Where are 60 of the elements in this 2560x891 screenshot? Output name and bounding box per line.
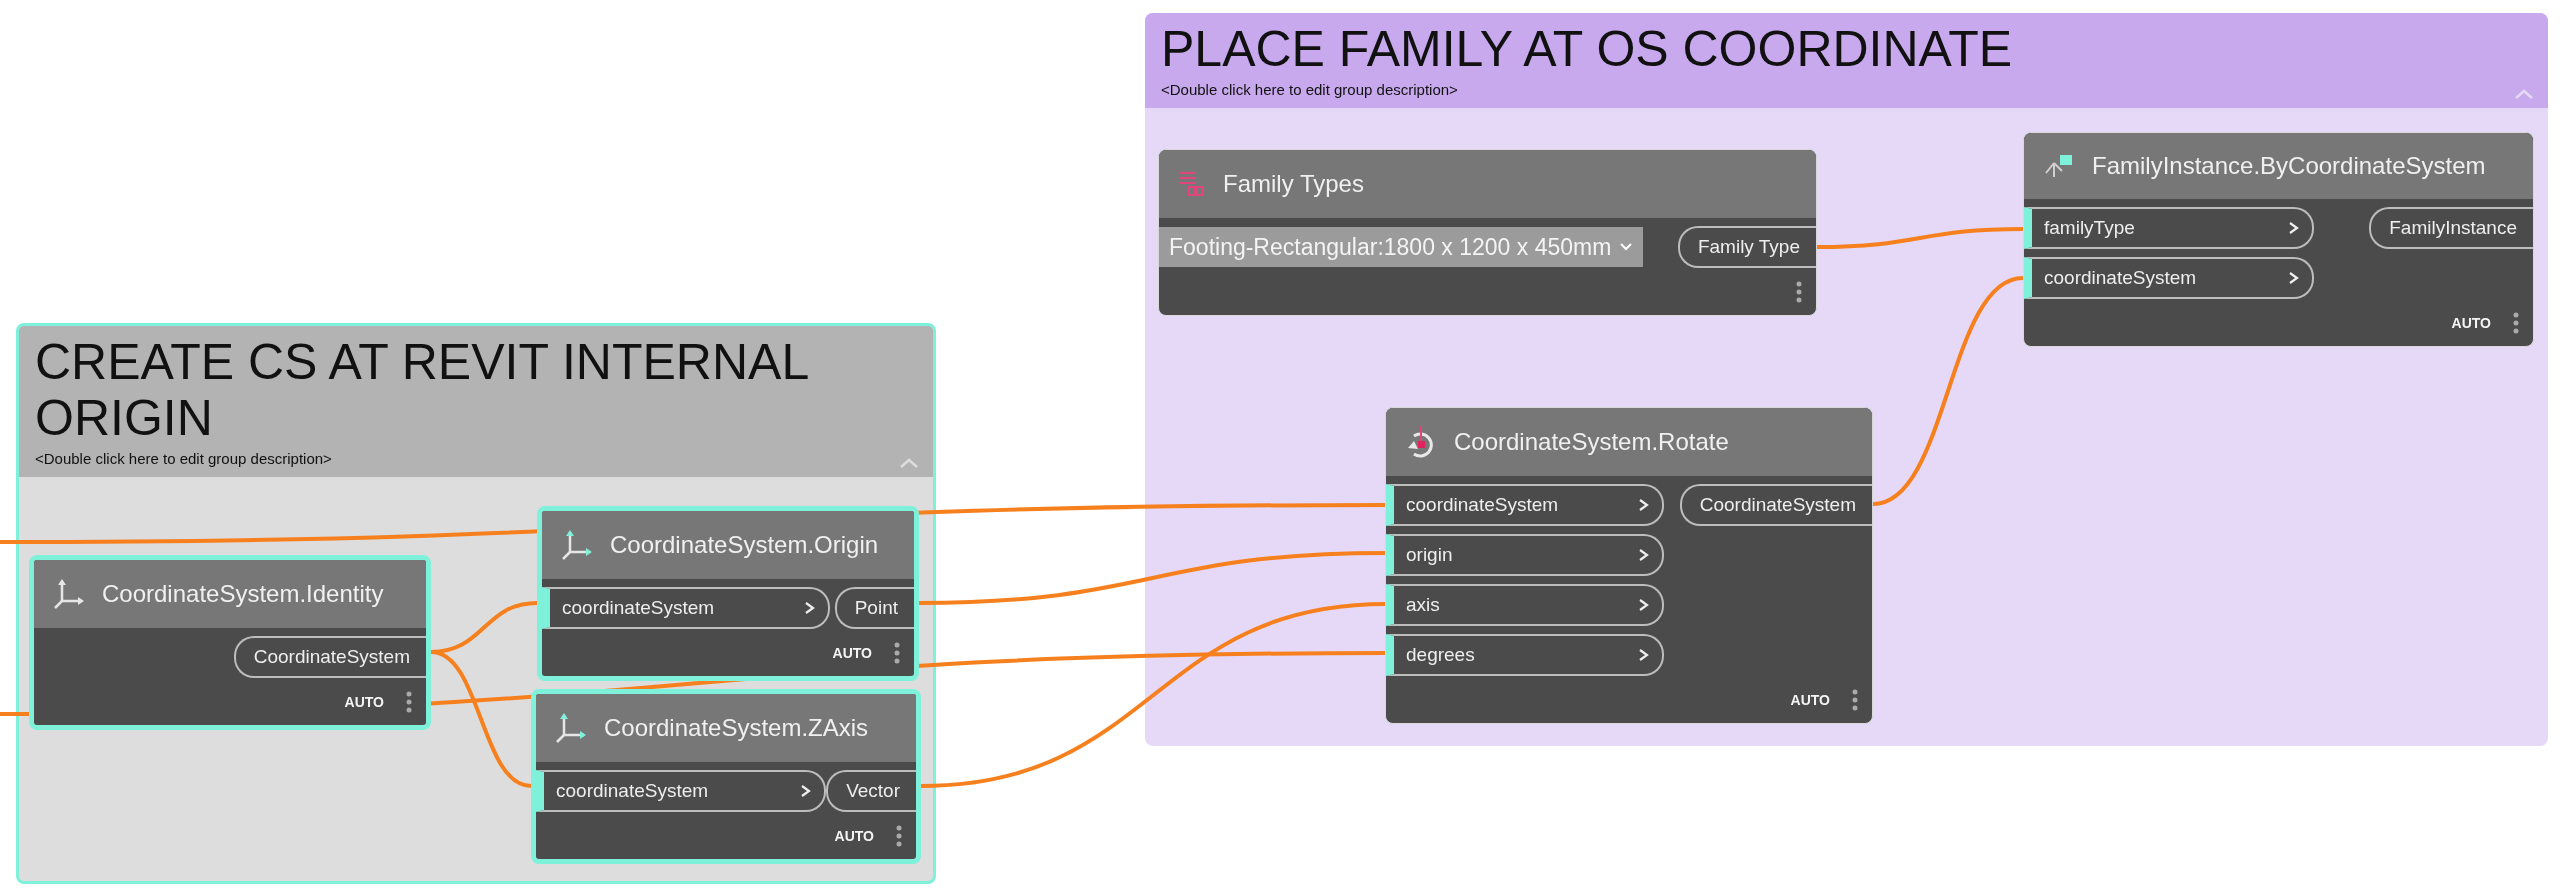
node-card[interactable]: CoordinateSystem.Identity CoordinateSystem AUTO [29,555,431,730]
chevron-icon [1638,648,1650,662]
output-port[interactable]: CoordinateSystem [233,636,426,678]
lacing-label[interactable]: AUTO [1790,691,1830,708]
lacing-label[interactable]: AUTO [834,827,874,844]
more-icon[interactable] [1796,280,1802,303]
node-title: CoordinateSystem.Origin [610,531,879,559]
chevron-icon [1638,598,1650,612]
input-port[interactable]: coordinateSystem [542,587,830,629]
output-port[interactable]: FamilyInstance [2369,207,2533,249]
input-port[interactable]: coordinateSystem [2024,257,2314,299]
axes-icon [554,711,588,745]
input-port[interactable]: degrees [1386,634,1664,676]
node-header[interactable]: Family Types [1159,150,1816,218]
node-header[interactable]: FamilyInstance.ByCoordinateSystem [2024,133,2533,199]
more-icon[interactable] [896,824,902,847]
lacing-label[interactable]: AUTO [2451,314,2491,331]
node-header[interactable]: CoordinateSystem.Identity [34,560,426,628]
chevron-icon [804,601,816,615]
lacing-label[interactable]: AUTO [832,644,872,661]
output-port[interactable]: CoordinateSystem [1679,484,1872,526]
more-icon[interactable] [2513,311,2519,334]
node-card[interactable]: CoordinateSystem.Origin coordinateSystem Point AUTO [537,506,919,681]
node-title: FamilyInstance.ByCoordinateSystem [2092,152,2486,180]
group-description[interactable]: <Double click here to edit group description> [1161,81,2532,98]
node-title: CoordinateSystem.ZAxis [604,714,869,742]
group-title: PLACE FAMILY AT OS COORDINATE [1161,21,2014,77]
node-header[interactable]: CoordinateSystem.ZAxis [536,694,916,762]
chevron-icon [1638,548,1650,562]
node-title: Family Types [1223,170,1364,198]
group-description[interactable]: <Double click here to edit group description> [35,450,917,467]
caret-icon [1619,242,1634,252]
input-port[interactable]: coordinateSystem [536,770,826,812]
lacing-label[interactable]: AUTO [344,693,384,710]
input-port[interactable]: origin [1386,534,1664,576]
node-card[interactable]: FamilyInstance.ByCoordinateSystem familyType coordinateSystem FamilyInstance AUTO [2023,132,2534,347]
node-header[interactable]: CoordinateSystem.Origin [542,511,914,579]
output-port[interactable]: Vector [826,770,916,812]
output-port[interactable]: Family Type [1677,226,1816,268]
node-card[interactable]: CoordinateSystem.ZAxis coordinateSystem Vector AUTO [531,689,921,864]
chevron-icon [1638,498,1650,512]
more-icon[interactable] [894,641,900,664]
node-title: CoordinateSystem.Identity [102,580,384,608]
input-port[interactable]: coordinateSystem [1386,484,1664,526]
group-title: CREATE CS AT REVIT INTERNAL ORIGIN [35,334,809,446]
node-card[interactable]: CoordinateSystem.Rotate coordinateSystem origin axis degrees CoordinateSystem AUTO [1385,407,1873,724]
chevron-icon [2288,221,2300,235]
input-port[interactable]: axis [1386,584,1664,626]
chevron-icon [2288,271,2300,285]
list-icon [1177,169,1207,199]
input-port[interactable]: familyType [2024,207,2314,249]
node-header[interactable]: CoordinateSystem.Rotate [1386,408,1872,476]
chevron-icon [800,784,812,798]
axes-icon [52,577,86,611]
output-port[interactable]: Point [834,587,914,629]
node-card[interactable]: Family Types Footing-Rectangular:1800 x 1200 x 450mm Family Type [1158,149,1817,316]
axes-icon [560,528,594,562]
node-title: CoordinateSystem.Rotate [1454,428,1729,456]
more-icon[interactable] [1852,688,1858,711]
more-icon[interactable] [406,690,412,713]
